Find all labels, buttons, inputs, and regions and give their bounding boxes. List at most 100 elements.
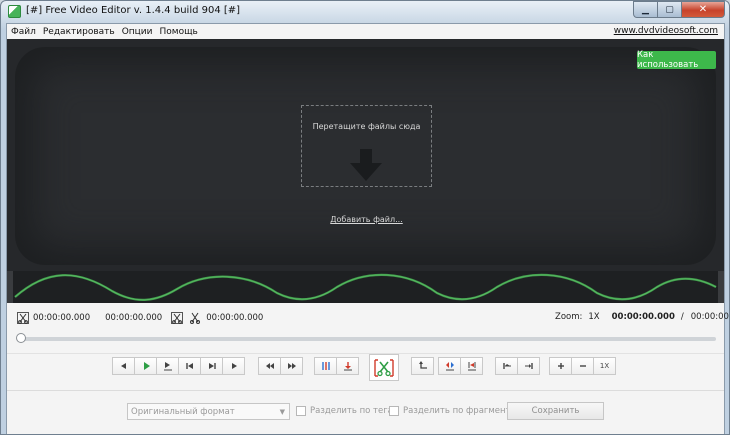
waveform-graph (14, 273, 717, 301)
app-logo-icon (8, 5, 21, 18)
go-start-button[interactable] (178, 357, 201, 375)
rotate-icon (418, 361, 427, 369)
menu-bar: Файл Редактировать Опции Помощь www.dvdv… (7, 24, 724, 39)
rotate-group (411, 357, 434, 375)
next-keyframe-button[interactable] (280, 357, 303, 375)
close-icon: ✕ (698, 4, 708, 15)
play-selection-icon (163, 362, 172, 371)
flip-vertical-button[interactable] (460, 357, 483, 375)
client-area: Файл Редактировать Опции Помощь www.dvdv… (6, 23, 729, 434)
window-title: [#] Free Video Editor v. 1.4.4 build 904… (26, 5, 241, 16)
timeline-panel: 00:00:00.000 00:00:00.000 00:00:00.000 Z… (7, 303, 729, 353)
zoom-reset-button[interactable]: 1X (593, 357, 616, 375)
mark-start-scissors-icon[interactable] (17, 312, 29, 324)
total-time: 00:00:00.000 (690, 312, 729, 322)
output-format-value: Оригинальный формат (131, 406, 235, 417)
output-format-select[interactable]: Оригинальный формат ▼ (127, 403, 290, 420)
flip-horizontal-icon (445, 362, 454, 371)
seek-slider-track[interactable] (19, 337, 716, 341)
website-link[interactable]: www.dvdvideosoft.com (614, 26, 718, 36)
output-bar: Оригинальный формат ▼ Разделить по тегам… (7, 390, 724, 434)
zoom-reset-label: 1X (599, 362, 610, 370)
end-time: 00:00:00.000 (105, 313, 163, 323)
zoom-out-button[interactable] (571, 357, 594, 375)
menu-help[interactable]: Помощь (156, 27, 201, 37)
selection-time: 00:00:00.000 (206, 313, 264, 323)
selection-nav-group (495, 357, 540, 375)
title-bar[interactable]: [#] Free Video Editor v. 1.4.4 build 904… (1, 1, 729, 23)
zoom-and-time: Zoom: 1X 00:00:00.000 / 00:00:00.000 (555, 312, 729, 322)
step-forward-icon (231, 363, 237, 369)
time-separator: / (680, 312, 684, 322)
split-by-fragments-label: Разделить по фрагментам (403, 406, 523, 416)
split-marker-button[interactable] (314, 357, 337, 375)
step-forward-button[interactable] (222, 357, 245, 375)
flip-group (438, 357, 483, 375)
play-selection-button[interactable] (156, 357, 179, 375)
split-marker-icon (321, 362, 330, 370)
split-by-fragments-option[interactable]: Разделить по фрагментам (389, 406, 522, 416)
keyframe-group (258, 357, 303, 375)
transport-group (112, 357, 245, 375)
zoom-in-button[interactable] (549, 357, 572, 375)
wave-right-handle[interactable] (718, 271, 724, 303)
app-window: [#] Free Video Editor v. 1.4.4 build 904… (0, 0, 730, 435)
menu-options[interactable]: Опции (118, 27, 156, 37)
start-time: 00:00:00.000 (33, 313, 91, 323)
play-icon (143, 362, 150, 370)
cut-button[interactable] (369, 354, 399, 381)
minus-icon (579, 365, 586, 367)
marker-group (314, 357, 359, 375)
zoom-value: 1X (588, 312, 600, 322)
menu-file[interactable]: Файл (7, 27, 39, 37)
split-by-tags-option[interactable]: Разделить по тегам (296, 406, 399, 416)
how-to-use-button[interactable]: Как использовать (637, 50, 716, 70)
prev-keyframe-icon (265, 363, 274, 369)
waveform-strip[interactable] (7, 271, 724, 303)
seek-slider-handle[interactable] (16, 333, 26, 343)
menu-edit[interactable]: Редактировать (39, 27, 118, 37)
video-stage[interactable]: Как использовать Перетащите файлы сюда Д… (7, 39, 724, 271)
go-start-icon (185, 363, 193, 369)
minimize-button[interactable]: ▁ (633, 1, 658, 18)
add-file-link[interactable]: Добавить файл... (301, 215, 432, 224)
go-end-button[interactable] (200, 357, 223, 375)
drop-zone[interactable]: Перетащите файлы сюда (301, 105, 432, 187)
download-marker-icon (343, 362, 352, 371)
download-marker-button[interactable] (336, 357, 359, 375)
flip-vertical-icon (467, 362, 476, 371)
playback-controls: 1X (7, 353, 724, 390)
selection-times: 00:00:00.000 00:00:00.000 00:00:00.000 (17, 312, 263, 324)
mark-end-scissors-icon[interactable] (171, 312, 184, 324)
zoom-label: Zoom: (555, 312, 583, 322)
maximize-icon: ▢ (665, 4, 674, 15)
next-selection-icon (524, 363, 533, 369)
step-back-button[interactable] (112, 357, 135, 375)
maximize-button[interactable]: ▢ (658, 1, 682, 18)
prev-selection-icon (502, 363, 511, 369)
step-back-icon (120, 363, 126, 369)
close-button[interactable]: ✕ (682, 1, 725, 18)
go-end-icon (208, 363, 216, 369)
rotate-button[interactable] (411, 357, 434, 375)
cut-scissors-icon[interactable] (189, 312, 201, 324)
chevron-down-icon: ▼ (279, 408, 285, 416)
next-selection-button[interactable] (517, 357, 540, 375)
play-button[interactable] (134, 357, 157, 375)
current-time: 00:00:00.000 (611, 312, 675, 322)
split-by-fragments-checkbox[interactable] (389, 406, 399, 416)
next-keyframe-icon (287, 363, 296, 369)
plus-icon (557, 363, 564, 369)
prev-keyframe-button[interactable] (258, 357, 281, 375)
drop-zone-text: Перетащите файлы сюда (312, 122, 421, 131)
split-by-tags-checkbox[interactable] (296, 406, 306, 416)
scissors-icon (374, 358, 394, 377)
download-arrow-icon (350, 149, 382, 181)
flip-horizontal-button[interactable] (438, 357, 461, 375)
prev-selection-button[interactable] (495, 357, 518, 375)
window-controls: ▁ ▢ ✕ (633, 1, 725, 18)
zoom-group: 1X (549, 357, 616, 375)
save-button[interactable]: Сохранить (507, 402, 604, 420)
split-by-tags-label: Разделить по тегам (310, 406, 400, 416)
minimize-icon: ▁ (642, 4, 649, 15)
